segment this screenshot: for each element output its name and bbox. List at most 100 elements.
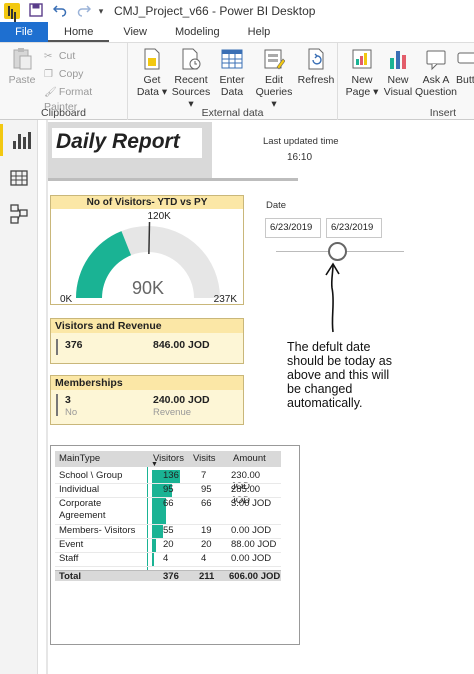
ask-question-label-2: Question — [414, 86, 458, 98]
data-view-icon — [10, 170, 28, 186]
table-row[interactable]: School \ Group 136 7 230.00 JOD — [55, 470, 281, 492]
cell-visits: 19 — [201, 525, 212, 536]
date-slicer-label: Date — [266, 200, 287, 211]
new-visual-button[interactable]: New Visual — [378, 47, 418, 98]
cell-amount: 88.00 JOD — [231, 539, 277, 550]
kpi-accent-bar — [56, 394, 58, 416]
view-switcher — [0, 120, 38, 674]
customize-toolbar-icon[interactable]: ▾ — [96, 3, 106, 19]
tab-file[interactable]: File — [0, 22, 48, 42]
gauge-max-label: 237K — [214, 294, 238, 305]
report-view-icon — [13, 132, 31, 149]
cell-maintype-line2: Agreement — [59, 510, 106, 521]
cut-button[interactable]: ✂ Cut — [44, 49, 75, 63]
memberships-card[interactable]: Memberships 3 240.00 JOD No Revenue — [50, 375, 244, 425]
table-row[interactable]: Corporate Agreement 66 66 3.00 JOD — [55, 498, 281, 525]
gauge-target-label: 120K — [148, 211, 172, 222]
memberships-row: 3 240.00 JOD No Revenue — [51, 390, 243, 418]
redo-icon[interactable] — [76, 3, 92, 19]
cell-maintype: School \ Group — [59, 470, 123, 481]
memberships-count: 3 — [65, 394, 71, 406]
copy-icon: ❐ — [44, 69, 53, 80]
paste-button[interactable]: Paste — [4, 47, 40, 86]
page-edge — [46, 120, 48, 674]
report-title-box[interactable]: Daily Report — [48, 122, 212, 178]
gauge-value-label: 90K — [132, 278, 164, 298]
tab-view[interactable]: View — [109, 22, 161, 42]
last-updated-label: Last updated time — [263, 136, 339, 147]
buttons-button[interactable]: Butt — [456, 47, 474, 86]
table-row[interactable]: Members- Visitors 55 19 0.00 JOD — [55, 525, 281, 539]
insert-group-label: Insert — [429, 107, 456, 119]
ask-question-button[interactable]: Ask A Question — [414, 47, 458, 98]
external-data-group-label: External data — [201, 107, 264, 119]
report-view-button[interactable] — [0, 124, 38, 156]
header-amount[interactable]: Amount — [233, 453, 266, 464]
cell-visits: 66 — [201, 498, 212, 509]
visitors-revenue-card[interactable]: Visitors and Revenue 376 846.00 JOD — [50, 318, 244, 364]
header-maintype[interactable]: MainType — [59, 453, 100, 464]
date-range-slider-handle[interactable] — [328, 242, 347, 261]
visitors-gauge-card[interactable]: No of Visitors- YTD vs PY 120K 90K 0K 23… — [50, 195, 244, 305]
cell-maintype: Event — [59, 539, 84, 550]
copy-button[interactable]: ❐ Copy — [44, 67, 83, 81]
powerbi-logo-icon — [4, 3, 20, 19]
cell-maintype: Corporate — [59, 498, 102, 509]
edit-queries-button[interactable]: Edit Queries ▾ — [252, 47, 296, 110]
new-visual-label-2: Visual — [383, 86, 413, 98]
sort-descending-icon[interactable]: ▼ — [151, 461, 158, 468]
tab-modeling[interactable]: Modeling — [161, 22, 234, 42]
title-divider — [48, 178, 298, 181]
enter-data-button[interactable]: Enter Data — [212, 47, 252, 98]
model-view-icon — [10, 204, 28, 224]
end-date-input[interactable]: 6/23/2019 — [326, 218, 382, 238]
visitors-data-bar — [152, 553, 154, 566]
tab-help[interactable]: Help — [234, 22, 285, 42]
buttons-icon — [457, 52, 474, 64]
data-view-button[interactable] — [0, 162, 38, 194]
cell-visitors: 55 — [163, 525, 174, 536]
undo-icon[interactable] — [52, 3, 68, 19]
table-row[interactable]: Staff 4 4 0.00 JOD — [55, 553, 281, 567]
model-view-button[interactable] — [0, 198, 38, 230]
cut-label: Cut — [58, 50, 76, 62]
clipboard-group: Paste ✂ Cut ❐ Copy 🖌 Format Painter Clip… — [0, 43, 128, 121]
gauge-value-arc — [76, 231, 132, 298]
cell-visitors: 136 — [163, 470, 179, 481]
kpi-accent-bar — [56, 339, 58, 355]
memberships-revenue: 240.00 JOD — [153, 394, 210, 406]
visitor-types-table[interactable]: MainType Visitors Visits Amount ▼ School… — [50, 445, 300, 645]
edit-queries-label-1: Edit — [264, 74, 284, 86]
table-total-row: Total 376 211 606.00 JOD — [55, 570, 281, 582]
paste-icon — [13, 48, 32, 70]
cell-maintype: Individual — [59, 484, 100, 495]
enter-data-table-icon — [221, 49, 243, 69]
memberships-count-caption: No — [65, 407, 78, 418]
visitors-gauge: 120K 90K 0K 237K — [60, 211, 238, 305]
visitors-revenue-title: Visitors and Revenue — [51, 319, 243, 333]
new-page-button[interactable]: New Page ▾ — [342, 47, 382, 98]
refresh-button[interactable]: Refresh — [296, 47, 336, 86]
recent-sources-button[interactable]: Recent Sources ▾ — [168, 47, 214, 110]
format-painter-button[interactable]: 🖌 Format Painter — [44, 85, 127, 113]
cell-visitors: 20 — [163, 539, 174, 550]
get-data-label-1: Get — [143, 74, 161, 86]
get-data-icon — [144, 48, 160, 70]
table-row[interactable]: Individual 95 95 285.00 JOD — [55, 484, 281, 506]
external-data-group: Get Data ▾ Recent Sources ▾ Enter Data E… — [128, 43, 338, 121]
ask-question-icon — [426, 50, 446, 71]
start-date-input[interactable]: 6/23/2019 — [265, 218, 321, 238]
new-visual-label-1: New — [387, 74, 409, 86]
cell-maintype: Members- Visitors — [59, 525, 136, 536]
table-row[interactable]: Event 20 20 88.00 JOD — [55, 539, 281, 553]
visitors-revenue-row: 376 846.00 JOD — [51, 333, 243, 359]
save-icon[interactable] — [28, 3, 44, 19]
tab-home[interactable]: Home — [48, 22, 110, 42]
get-data-button[interactable]: Get Data ▾ — [132, 47, 172, 98]
enter-data-label-2: Data — [220, 86, 244, 98]
cell-amount: 3.00 JOD — [231, 498, 272, 509]
gauge-title: No of Visitors- YTD vs PY — [51, 196, 243, 209]
header-visits[interactable]: Visits — [193, 453, 216, 464]
gauge-target-marker — [148, 222, 151, 255]
scissors-icon: ✂ — [44, 51, 53, 62]
